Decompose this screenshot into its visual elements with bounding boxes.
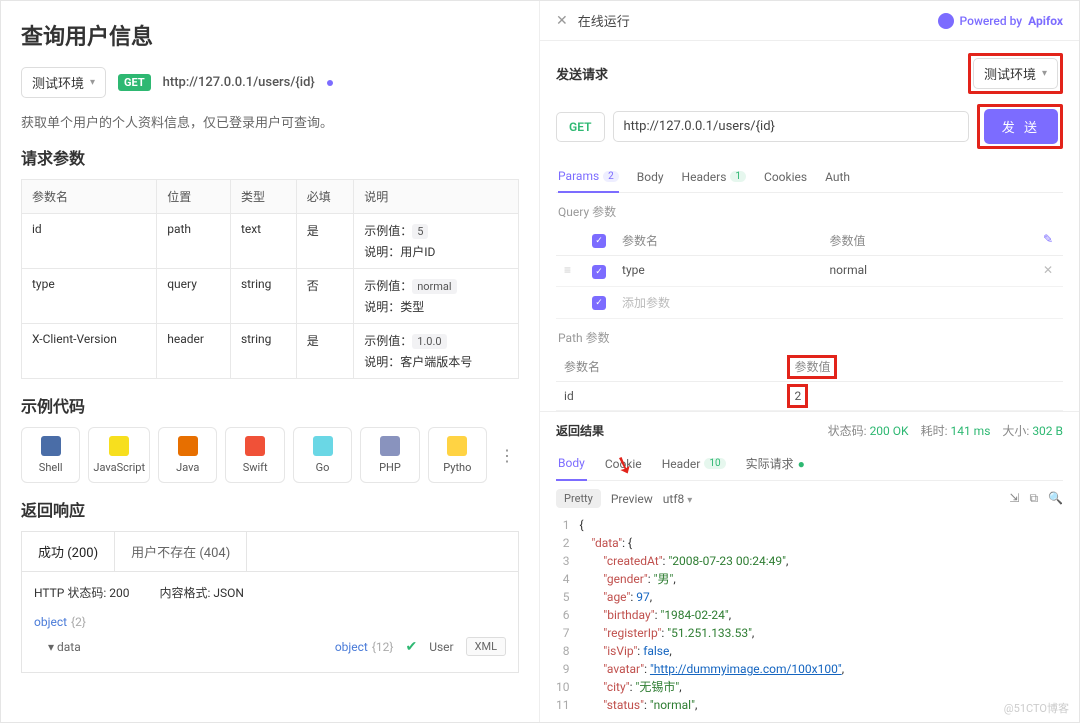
- encoding-select[interactable]: utf8 ▾: [663, 492, 692, 506]
- lang-swift[interactable]: Swift: [225, 427, 284, 483]
- result-tab-actual[interactable]: 实际请求 ●: [744, 447, 807, 480]
- table-row: typequerystring否示例值：normal说明：类型: [22, 269, 519, 324]
- method-badge: GET: [118, 74, 151, 91]
- row-checkbox[interactable]: ✓: [592, 265, 606, 279]
- check-icon: ✔: [405, 639, 417, 655]
- path-section-label: Path 参数: [556, 319, 1063, 352]
- add-param-input[interactable]: 添加参数: [622, 296, 670, 310]
- params-table: 参数名位置类型必填说明 idpathtext是示例值：5说明：用户IDtypeq…: [21, 179, 519, 379]
- expand-toggle[interactable]: ▾ data: [48, 640, 81, 654]
- lang-go[interactable]: Go: [293, 427, 352, 483]
- tab-headers[interactable]: Headers1: [682, 161, 746, 192]
- checkbox-all[interactable]: ✓: [592, 234, 606, 248]
- drag-handle-icon[interactable]: ≡: [564, 263, 571, 277]
- preview-button[interactable]: Preview: [611, 492, 653, 506]
- path-row: id2: [556, 382, 1063, 411]
- resp-tab-success[interactable]: 成功 (200): [22, 532, 115, 571]
- lang-java[interactable]: Java: [158, 427, 217, 483]
- run-env-selector[interactable]: 测试环境▾: [973, 58, 1058, 89]
- table-row: idpathtext是示例值：5说明：用户ID: [22, 214, 519, 269]
- request-params-heading: 请求参数: [21, 145, 519, 169]
- resp-tab-notfound[interactable]: 用户不存在 (404): [115, 532, 247, 571]
- pretty-button[interactable]: Pretty: [556, 489, 601, 508]
- tab-body[interactable]: Body: [637, 161, 664, 192]
- lang-php[interactable]: PHP: [360, 427, 419, 483]
- xml-button[interactable]: XML: [466, 637, 506, 656]
- apifox-logo-icon: [938, 13, 954, 29]
- row-checkbox[interactable]: ✓: [592, 296, 606, 310]
- url-input[interactable]: http://127.0.0.1/users/{id}: [613, 111, 969, 142]
- more-langs-icon[interactable]: ⋮: [495, 427, 519, 483]
- result-tab-body[interactable]: Body: [556, 447, 587, 481]
- copy-icon[interactable]: ⧉: [1029, 491, 1038, 506]
- status-dot-icon: [327, 80, 333, 86]
- watermark: @51CTO博客: [1004, 700, 1069, 716]
- search-icon[interactable]: 🔍: [1048, 491, 1063, 506]
- method-select[interactable]: GET: [556, 112, 604, 142]
- response-heading: 返回响应: [21, 497, 519, 521]
- query-section-label: Query 参数: [556, 193, 1063, 226]
- lang-pytho[interactable]: Pytho: [428, 427, 487, 483]
- tab-params[interactable]: Params2: [558, 161, 619, 193]
- delete-icon[interactable]: ✕: [1043, 263, 1053, 277]
- sample-code-heading: 示例代码: [21, 393, 519, 417]
- tab-cookies[interactable]: Cookies: [764, 161, 807, 192]
- export-icon[interactable]: ⇲: [1009, 491, 1019, 506]
- send-button[interactable]: 发 送: [984, 109, 1058, 144]
- table-row: X-Client-Versionheaderstring是示例值：1.0.0说明…: [22, 324, 519, 379]
- lang-javascript[interactable]: JavaScript: [88, 427, 150, 483]
- result-heading: 返回结果: [556, 422, 604, 439]
- result-tab-header[interactable]: Header10: [660, 447, 728, 480]
- env-selector[interactable]: 测试环境▾: [21, 67, 106, 98]
- content-format-label: 内容格式: JSON: [159, 584, 243, 601]
- powered-by[interactable]: Powered by Apifox: [938, 13, 1063, 29]
- query-row: ≡✓typenormal✕: [556, 256, 1063, 287]
- endpoint-url: http://127.0.0.1/users/{id}: [163, 75, 315, 90]
- api-description: 获取单个用户的个人资料信息，仅已登录用户可查询。: [21, 112, 519, 131]
- add-param-row: ✓ 添加参数: [556, 287, 1063, 319]
- edit-icon[interactable]: ✎: [1043, 232, 1053, 246]
- page-title: 查询用户信息: [21, 19, 519, 51]
- response-body[interactable]: 1234567891011 { "data": { "createdAt": "…: [556, 516, 1063, 722]
- chevron-down-icon: ▾: [90, 77, 95, 88]
- run-title: 在线运行: [578, 11, 630, 30]
- http-status-label: HTTP 状态码: 200: [34, 584, 129, 601]
- lang-shell[interactable]: Shell: [21, 427, 80, 483]
- close-icon[interactable]: ✕: [556, 13, 568, 29]
- send-request-heading: 发送请求: [556, 64, 608, 83]
- tab-auth[interactable]: Auth: [825, 161, 850, 192]
